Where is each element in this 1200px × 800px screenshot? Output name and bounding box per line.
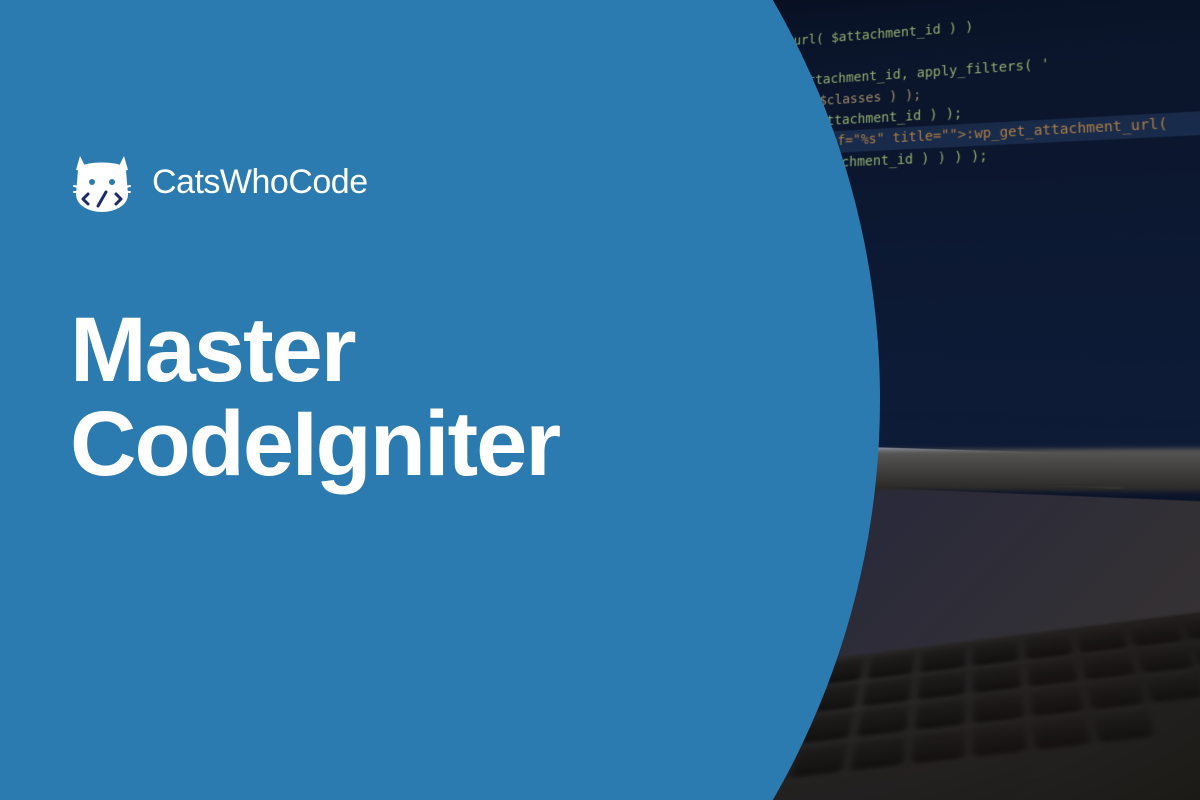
brand-logo-row: CatsWhoCode bbox=[70, 150, 600, 214]
hero-title-line: Master bbox=[70, 299, 355, 401]
panel-content: CatsWhoCode Master CodeIgniter bbox=[0, 0, 600, 492]
hero-title: Master CodeIgniter bbox=[70, 304, 600, 492]
hero-title-line: CodeIgniter bbox=[70, 393, 559, 495]
cat-code-icon bbox=[70, 150, 134, 214]
brand-name: CatsWhoCode bbox=[152, 163, 368, 202]
